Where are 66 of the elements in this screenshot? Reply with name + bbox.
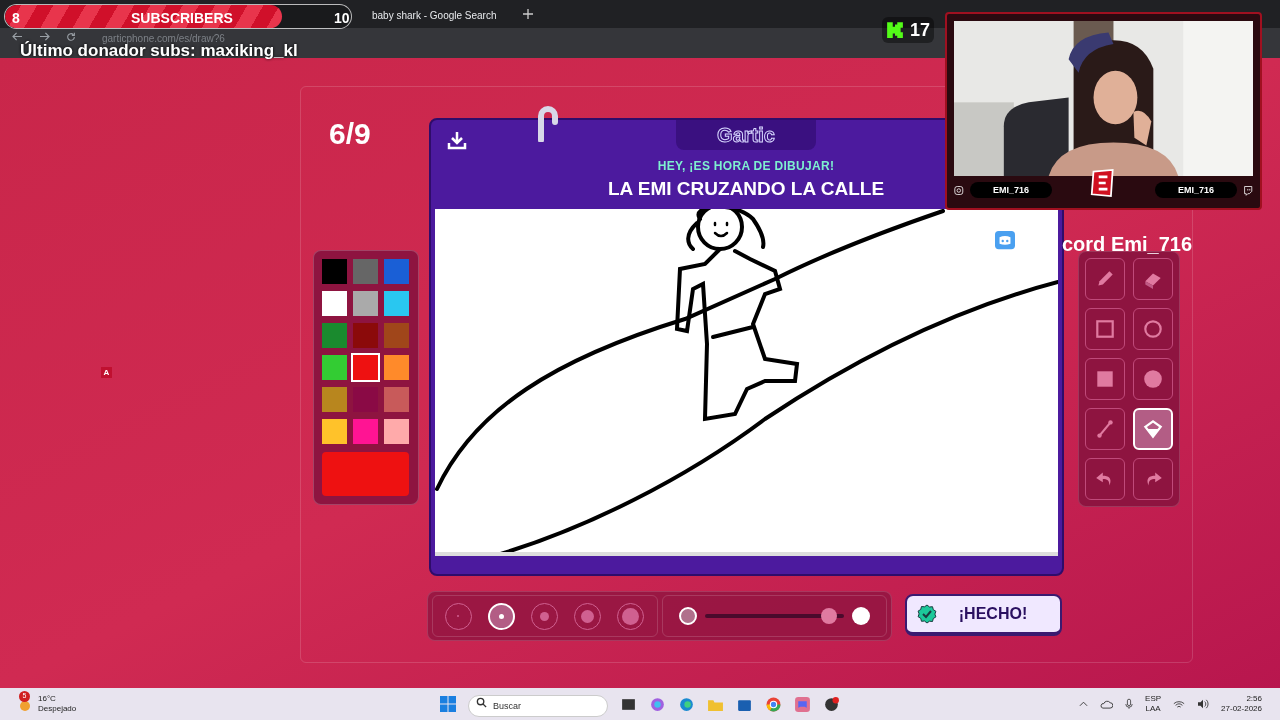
twitch-name: EMI_716 (1154, 182, 1238, 198)
circle-icon (1141, 368, 1164, 390)
new-tab-icon[interactable] (523, 9, 533, 19)
color-swatch[interactable] (322, 419, 347, 444)
color-swatch[interactable] (353, 291, 379, 316)
goal-label: SUBSCRIBERS (131, 9, 233, 28)
paint-bucket-icon (1141, 418, 1164, 440)
prompt-text: LA EMI CRUZANDO LA CALLE (607, 177, 885, 201)
copilot-icon[interactable] (649, 695, 666, 713)
search-field[interactable]: Buscar (468, 694, 608, 717)
temperature-text: 16°C (38, 694, 57, 704)
instagram-icon (954, 184, 964, 196)
goal-current-count: 8 (12, 9, 20, 28)
marker-label: A (101, 367, 112, 378)
microphone-icon[interactable] (1125, 698, 1134, 710)
discord-icon (995, 231, 1015, 251)
circle-outline-icon (1141, 318, 1164, 340)
goal-target-count: 10 (334, 9, 350, 28)
color-swatch[interactable] (322, 259, 347, 284)
instagram-name: EMI_716 (969, 182, 1053, 198)
cloud-icon[interactable] (1100, 699, 1114, 709)
done-button[interactable]: ¡HECHO! (904, 594, 1062, 636)
color-swatch[interactable] (353, 323, 379, 348)
gartic-logo: Gartic (717, 123, 775, 148)
color-swatch[interactable] (384, 355, 410, 380)
discord-icon[interactable] (794, 695, 811, 713)
full-opacity-icon (851, 607, 870, 625)
recorder-icon[interactable] (823, 695, 840, 713)
viewer-count-badge: 17 (882, 17, 935, 43)
color-swatch[interactable] (353, 419, 379, 444)
wifi-icon[interactable] (1173, 699, 1186, 709)
clock[interactable]: 2:56 27-02-2026 (1221, 694, 1262, 714)
color-swatch[interactable] (384, 291, 410, 316)
emblem-icon (1090, 166, 1117, 200)
color-swatch[interactable] (322, 387, 347, 412)
color-swatch[interactable] (322, 355, 347, 380)
start-icon[interactable] (440, 696, 456, 712)
weather-text: Despejado (38, 704, 77, 714)
color-swatch[interactable] (322, 323, 347, 348)
color-swatch[interactable] (384, 323, 410, 348)
browser-tab[interactable]: baby shark - Google Search (356, 2, 511, 28)
browser-icon[interactable] (678, 695, 695, 713)
color-swatch[interactable] (353, 355, 379, 380)
back-icon[interactable] (12, 32, 23, 41)
search-icon (476, 696, 487, 708)
square-outline-icon (1093, 318, 1116, 340)
opacity-slider[interactable] (704, 607, 844, 625)
color-swatch[interactable] (384, 259, 410, 284)
twitch-icon (1243, 184, 1253, 196)
chevron-up-icon[interactable] (1079, 701, 1089, 707)
low-opacity-icon (678, 607, 697, 625)
color-swatch[interactable] (322, 291, 347, 316)
color-swatch[interactable] (353, 259, 379, 284)
language-indicator[interactable]: ESP LAA (1145, 694, 1162, 714)
color-swatch[interactable] (384, 419, 410, 444)
color-swatch[interactable] (384, 387, 410, 412)
reload-icon[interactable] (66, 32, 76, 42)
forward-icon[interactable] (39, 32, 50, 41)
chrome-icon[interactable] (765, 695, 782, 713)
volume-icon[interactable] (1197, 699, 1210, 709)
hint-text: HEY, ¡ES HORA DE DIBUJAR! (657, 158, 835, 175)
download-icon[interactable] (446, 130, 467, 150)
round-counter: 6/9 (329, 116, 372, 152)
slider-thumb[interactable] (821, 608, 838, 624)
check-badge-icon (916, 604, 937, 624)
drawing-canvas[interactable] (434, 208, 1058, 556)
